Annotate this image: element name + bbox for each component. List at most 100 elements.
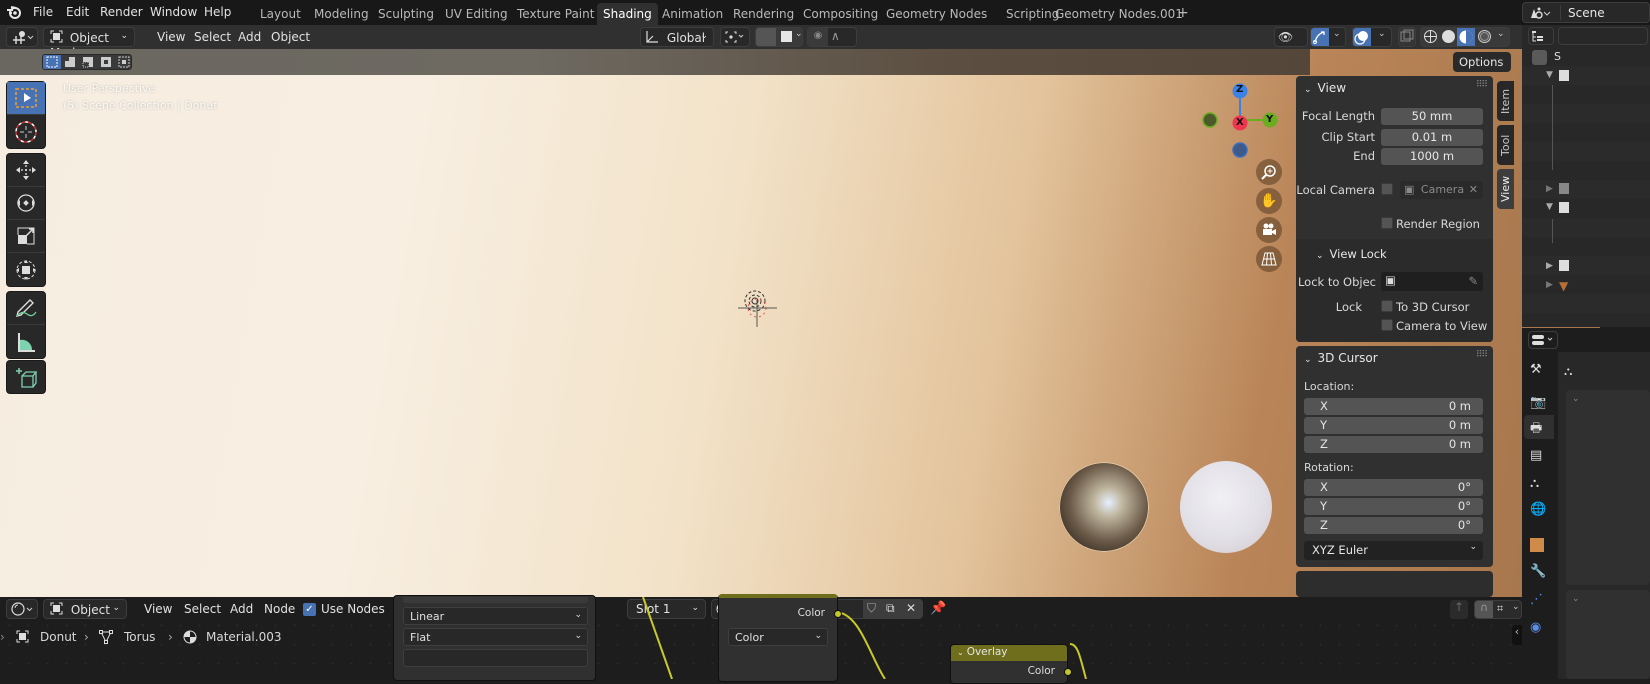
render-properties-icon[interactable]: 📷: [1530, 395, 1546, 410]
tab-geometry-nodes-001[interactable]: Geometry Nodes.001: [1049, 3, 1189, 25]
transform-orientation-dropdown[interactable]: Global ⌄: [640, 27, 714, 47]
scene-collection-label[interactable]: S: [1554, 50, 1561, 63]
transform-tool[interactable]: [7, 253, 45, 286]
cursor-location-y[interactable]: Y0 m: [1304, 417, 1483, 434]
view-menu[interactable]: View: [157, 30, 185, 44]
editor-type-button[interactable]: [6, 27, 38, 47]
select-box-tool[interactable]: [7, 82, 45, 115]
clip-start-field[interactable]: 0.01 m: [1381, 129, 1483, 146]
drag-handle-icon[interactable]: ⠿⠿: [1476, 80, 1488, 90]
3d-cursor-panel-header[interactable]: ⌄ 3D Cursor: [1304, 351, 1378, 365]
zoom-view-button[interactable]: [1256, 159, 1282, 185]
physics-properties-icon[interactable]: ◉: [1530, 620, 1541, 635]
magnet-icon[interactable]: [756, 28, 776, 46]
camera-to-view-checkbox[interactable]: [1381, 319, 1393, 331]
3d-viewport[interactable]: Options ⌄ User Perspective (5) Scene Col…: [0, 49, 1600, 597]
tab-layout[interactable]: Layout: [254, 3, 307, 25]
clear-icon[interactable]: ✕: [1469, 183, 1478, 196]
pan-view-button[interactable]: ✋: [1256, 188, 1282, 214]
snap-toggle[interactable]: ⌄: [755, 27, 803, 47]
measure-tool[interactable]: [7, 325, 45, 358]
ortho-toggle-button[interactable]: [1256, 246, 1282, 272]
outliner-search[interactable]: [1558, 27, 1648, 45]
object-properties-icon[interactable]: [1530, 538, 1544, 552]
view-panel-header[interactable]: ⌄ View: [1304, 81, 1346, 95]
overlays-toggle[interactable]: ⌄: [1352, 27, 1392, 47]
scene-properties-icon[interactable]: ⛬: [1530, 476, 1539, 491]
gizmo-icon[interactable]: [1311, 28, 1329, 46]
rendered-shading-icon[interactable]: [1477, 29, 1492, 47]
add-workspace-button[interactable]: +: [1171, 1, 1195, 23]
falloff-icon[interactable]: ∧: [831, 29, 840, 43]
focal-length-field[interactable]: 50 mm: [1381, 108, 1483, 125]
sidebar-tab-item[interactable]: Item: [1497, 81, 1514, 121]
wireframe-shading-icon[interactable]: [1423, 29, 1438, 47]
interpolation-dropdown[interactable]: Linear ⌄: [403, 607, 588, 625]
tool-properties-icon[interactable]: ⚒: [1530, 362, 1542, 377]
expand-arrow-icon[interactable]: ▼: [1546, 202, 1553, 212]
select-menu[interactable]: Select: [194, 30, 231, 44]
rotate-tool[interactable]: [7, 187, 45, 220]
chevron-down-icon[interactable]: ⌄: [1572, 394, 1580, 404]
cursor-location-x[interactable]: X0 m: [1304, 398, 1483, 415]
add-cube-tool[interactable]: [7, 361, 45, 394]
lock-to-3d-cursor-checkbox[interactable]: [1381, 300, 1393, 312]
object-menu[interactable]: Object: [271, 30, 310, 44]
tab-uv-editing[interactable]: UV Editing: [439, 3, 514, 25]
menu-file[interactable]: File: [33, 5, 53, 19]
select-extend-icon[interactable]: [61, 55, 79, 72]
tab-geometry-nodes[interactable]: Geometry Nodes: [880, 3, 993, 25]
sidebar-tab-view[interactable]: View: [1497, 169, 1514, 209]
world-properties-icon[interactable]: 🌐: [1530, 502, 1546, 517]
local-camera-field[interactable]: ▣ Camera ✕: [1400, 181, 1483, 199]
output-socket[interactable]: [834, 610, 842, 618]
proportional-icon[interactable]: ◉: [808, 28, 828, 46]
select-new-icon[interactable]: [43, 55, 61, 69]
shading-mode-buttons[interactable]: ⌄: [1420, 27, 1510, 47]
sidebar-tab-tool[interactable]: Tool: [1497, 125, 1514, 165]
eyedropper-icon[interactable]: ✎: [1468, 274, 1478, 288]
visibility-dropdown[interactable]: 👁: [1274, 27, 1308, 47]
overlay-node-header[interactable]: ⌄ Overlay: [951, 645, 1067, 661]
options-dropdown[interactable]: Options ⌄: [1453, 52, 1511, 83]
cursor-rotation-z[interactable]: Z 0°: [1304, 517, 1483, 534]
output-socket[interactable]: [1064, 668, 1072, 676]
tab-modeling[interactable]: Modeling: [308, 3, 375, 25]
output-properties-tab[interactable]: 🖶: [1524, 415, 1554, 439]
select-invert-icon[interactable]: [97, 55, 115, 72]
display-mode-dropdown[interactable]: [1528, 27, 1554, 45]
texture-node[interactable]: Linear ⌄ Flat ⌄: [393, 595, 596, 681]
overlay-node[interactable]: ⌄ Overlay Color: [950, 644, 1072, 684]
modifier-properties-icon[interactable]: 🔧: [1530, 564, 1546, 579]
properties-editor-type[interactable]: [1528, 331, 1558, 349]
cursor-rotation-x[interactable]: X 0°: [1304, 479, 1483, 496]
expand-arrow-icon[interactable]: ▶: [1546, 280, 1553, 290]
particles-properties-icon[interactable]: ⋰: [1530, 592, 1543, 607]
scale-tool[interactable]: [7, 220, 45, 253]
expand-arrow-icon[interactable]: ▶: [1546, 261, 1553, 271]
local-camera-checkbox[interactable]: [1381, 183, 1393, 195]
expand-arrow-icon[interactable]: ▶: [1546, 184, 1553, 194]
rotation-mode-dropdown[interactable]: XYZ Euler ⌄: [1304, 541, 1483, 560]
add-menu[interactable]: Add: [238, 30, 261, 44]
pivot-point-dropdown[interactable]: [720, 27, 750, 47]
scene-selector[interactable]: Scene: [1522, 2, 1650, 23]
tab-sculpting[interactable]: Sculpting: [372, 3, 440, 25]
mode-dropdown[interactable]: Object Mode ⌄: [43, 27, 135, 60]
shader-node-editor[interactable]: Object ⌄ View Select Add Node ✓ Use Node…: [0, 594, 1522, 684]
view-layer-icon[interactable]: ▤: [1530, 448, 1542, 463]
cursor-rotation-y[interactable]: Y 0°: [1304, 498, 1483, 515]
data-type-dropdown[interactable]: Color ⌄: [728, 628, 828, 646]
sidebar-expand-arrow[interactable]: ‹: [1512, 625, 1522, 645]
xray-toggle[interactable]: [1398, 27, 1416, 47]
drag-handle-icon[interactable]: ⠿⠿: [1476, 350, 1488, 360]
camera-view-button[interactable]: [1256, 217, 1282, 243]
annotate-tool[interactable]: [7, 292, 45, 325]
extension-dropdown[interactable]: [403, 649, 588, 667]
solid-shading-icon[interactable]: [1441, 29, 1456, 47]
3d-cursor[interactable]: [737, 286, 779, 328]
move-tool[interactable]: [7, 154, 45, 187]
select-intersect-icon[interactable]: [115, 55, 133, 72]
cursor-tool[interactable]: [7, 115, 45, 148]
menu-edit[interactable]: Edit: [66, 5, 89, 19]
